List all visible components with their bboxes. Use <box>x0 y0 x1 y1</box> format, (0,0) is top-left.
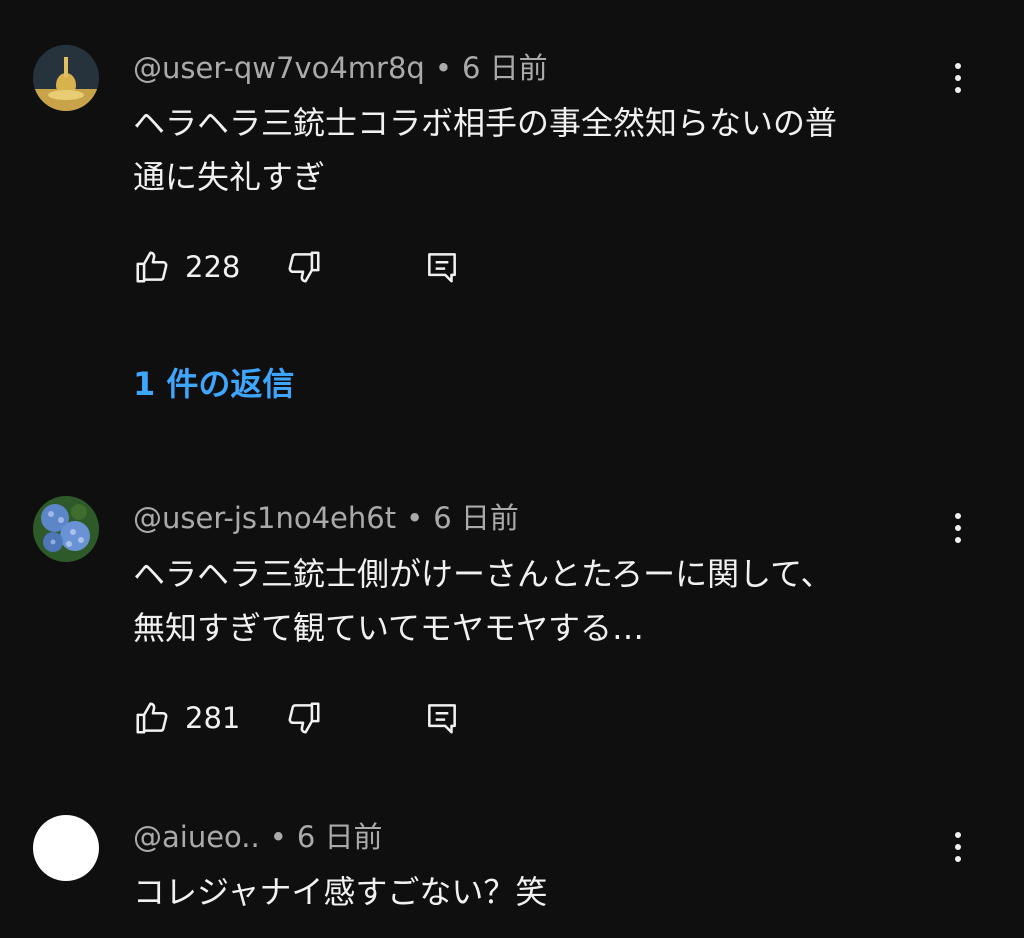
figure-on-gold-avatar-image <box>33 45 99 111</box>
reply-button[interactable] <box>423 696 461 740</box>
avatar[interactable] <box>33 815 99 881</box>
more-vertical-icon[interactable] <box>940 508 976 548</box>
thumbs-up-icon <box>136 251 168 283</box>
comment-text: ヘラヘラ三銃士側がけーさんとたろーに関して、 無知すぎて観ていてモヤモヤする… <box>133 555 833 647</box>
meta-separator: • <box>269 820 287 854</box>
thumbs-down-icon <box>288 251 320 283</box>
comment-author[interactable]: @aiueo.. <box>133 820 260 854</box>
comment-time: 6 日前 <box>461 51 548 85</box>
like-button[interactable]: 281 <box>133 696 240 740</box>
more-vertical-icon[interactable] <box>940 827 976 867</box>
dislike-button[interactable] <box>285 245 323 289</box>
comment-meta: @user-js1no4eh6t • 6 日前 <box>133 498 519 538</box>
avatar[interactable] <box>33 496 99 562</box>
avatar[interactable] <box>33 45 99 111</box>
comment-time: 6 日前 <box>433 501 519 535</box>
like-count: 228 <box>185 250 241 284</box>
hydrangea-avatar-image <box>33 496 99 562</box>
comment-meta: @aiueo.. • 6 日前 <box>133 817 383 857</box>
comment-actions: 228 <box>133 245 493 289</box>
like-button[interactable]: 228 <box>133 245 240 289</box>
thumbs-down-icon <box>288 702 320 734</box>
comment-meta: @user-qw7vo4mr8q • 6 日前 <box>133 48 548 88</box>
thumbs-up-icon <box>136 702 168 734</box>
comment-author[interactable]: @user-qw7vo4mr8q <box>133 51 425 85</box>
comment-icon <box>428 253 456 283</box>
comment-time: 6 日前 <box>296 820 383 854</box>
comment-icon <box>428 704 456 734</box>
view-replies-link[interactable]: 1 件の返信 <box>133 362 294 406</box>
comment-actions: 281 <box>133 696 493 740</box>
meta-separator: • <box>406 501 424 535</box>
like-count: 281 <box>185 701 241 735</box>
more-vertical-icon[interactable] <box>940 58 976 98</box>
reply-button[interactable] <box>423 245 461 289</box>
comment-text: ヘラヘラ三銃士コラボ相手の事全然知らないの普 通に失礼すぎ <box>133 104 838 196</box>
dislike-button[interactable] <box>285 696 323 740</box>
meta-separator: • <box>434 51 452 85</box>
comment-text: コレジャナイ感すごない？笑 <box>133 873 548 911</box>
comment-author[interactable]: @user-js1no4eh6t <box>133 501 396 535</box>
